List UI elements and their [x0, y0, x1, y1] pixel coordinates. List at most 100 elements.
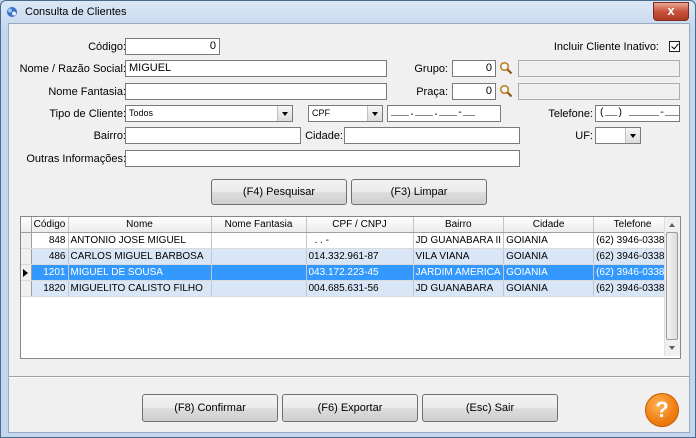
- close-button[interactable]: x: [653, 2, 689, 21]
- cell-cpf[interactable]: . . -: [306, 232, 414, 249]
- cell-nome[interactable]: ANTONIO JOSE MIGUEL: [68, 232, 212, 249]
- clientes-grid[interactable]: Código Nome Nome Fantasia CPF / CNPJ Bai…: [20, 216, 681, 359]
- vertical-scrollbar[interactable]: [664, 217, 680, 356]
- cell-nome[interactable]: MIGUEL DE SOUSA: [68, 264, 212, 281]
- cell-bairro[interactable]: JD GUANABARA II: [413, 232, 505, 249]
- pesquisar-button[interactable]: (F4) Pesquisar: [211, 179, 347, 205]
- uf-select[interactable]: [595, 127, 641, 144]
- column-header[interactable]: Código: [31, 217, 69, 233]
- fantasia-label: Nome Fantasia:: [48, 86, 126, 98]
- confirmar-button[interactable]: (F8) Confirmar: [142, 394, 278, 422]
- sair-button[interactable]: (Esc) Sair: [422, 394, 558, 422]
- cell-cidade[interactable]: GOIANIA: [503, 264, 595, 281]
- column-header[interactable]: Telefone: [593, 217, 673, 233]
- cidade-label: Cidade:: [305, 130, 343, 142]
- row-pointer-icon: [23, 269, 28, 277]
- scroll-up-icon[interactable]: [665, 217, 680, 232]
- cell-codigo[interactable]: 486: [31, 248, 69, 265]
- cell-telefone[interactable]: (62) 3946-0338: [593, 264, 673, 281]
- main-window: Consulta de Clientes x Código: 0 Incluir…: [0, 0, 696, 438]
- cell-bairro[interactable]: JARDIM AMERICA: [413, 264, 505, 281]
- uf-label: UF:: [575, 130, 593, 142]
- grupo-label: Grupo:: [414, 63, 448, 75]
- codigo-label: Código:: [88, 41, 126, 53]
- cell-codigo[interactable]: 848: [31, 232, 69, 249]
- grupo-input[interactable]: 0: [452, 60, 496, 77]
- cell-telefone[interactable]: (62) 3946-0338: [593, 232, 673, 249]
- table-row[interactable]: 848 ANTONIO JOSE MIGUEL . . - JD GUANABA…: [21, 232, 673, 249]
- column-header[interactable]: Nome: [68, 217, 212, 233]
- doc-type-select[interactable]: CPF: [308, 105, 383, 122]
- incluir-inativo-checkbox[interactable]: [669, 41, 680, 52]
- cidade-input[interactable]: [344, 127, 520, 144]
- outras-informacoes-input[interactable]: [125, 150, 520, 167]
- chevron-down-icon[interactable]: [277, 106, 292, 121]
- separator: [9, 376, 689, 378]
- fantasia-input[interactable]: [125, 83, 387, 100]
- column-header[interactable]: Cidade: [503, 217, 595, 233]
- cell-cidade[interactable]: GOIANIA: [503, 248, 595, 265]
- exportar-button[interactable]: (F6) Exportar: [282, 394, 418, 422]
- client-area: Código: 0 Incluir Cliente Inativo: Nome …: [8, 23, 690, 433]
- tipo-cliente-label: Tipo de Cliente:: [49, 108, 126, 120]
- column-header[interactable]: CPF / CNPJ: [306, 217, 414, 233]
- column-header[interactable]: Nome Fantasia: [211, 217, 307, 233]
- cell-bairro[interactable]: VILA VIANA: [413, 248, 505, 265]
- cell-fantasia[interactable]: [211, 248, 307, 265]
- nome-label: Nome / Razão Social:: [19, 63, 126, 75]
- row-indicator[interactable]: [21, 232, 32, 249]
- row-pointer-icon[interactable]: [21, 264, 32, 281]
- bairro-input[interactable]: [125, 127, 301, 144]
- telefone-input[interactable]: (__) _____-____: [595, 105, 680, 122]
- nome-input[interactable]: MIGUEL: [125, 60, 387, 77]
- limpar-button[interactable]: (F3) Limpar: [351, 179, 487, 205]
- row-indicator-header: [21, 217, 32, 233]
- scroll-down-icon[interactable]: [665, 341, 680, 356]
- scroll-thumb[interactable]: [666, 232, 678, 340]
- cell-cpf[interactable]: 004.685.631-56: [306, 280, 414, 297]
- cpf-input[interactable]: ___.___.___-__: [387, 105, 501, 122]
- magnifier-icon[interactable]: [499, 84, 513, 98]
- cell-fantasia[interactable]: [211, 264, 307, 281]
- title-bar[interactable]: Consulta de Clientes x: [1, 1, 695, 23]
- doc-type-value: CPF: [312, 108, 330, 118]
- outras-informacoes-label: Outras Informações:: [26, 153, 126, 165]
- table-row[interactable]: 1820 MIGUELITO CALISTO FILHO 004.685.631…: [21, 280, 673, 297]
- tipo-cliente-select[interactable]: Todos: [125, 105, 293, 122]
- bairro-label: Bairro:: [93, 130, 126, 142]
- chevron-down-icon[interactable]: [367, 106, 382, 121]
- column-header[interactable]: Bairro: [413, 217, 505, 233]
- table-row-selected[interactable]: 1201 MIGUEL DE SOUSA 043.172.223-45 JARD…: [21, 264, 673, 281]
- cell-fantasia[interactable]: [211, 232, 307, 249]
- app-icon: [7, 7, 17, 17]
- row-indicator[interactable]: [21, 248, 32, 265]
- cell-codigo[interactable]: 1820: [31, 280, 69, 297]
- cell-nome[interactable]: MIGUELITO CALISTO FILHO: [68, 280, 212, 297]
- grupo-description: [518, 60, 680, 77]
- cell-bairro[interactable]: JD GUANABARA: [413, 280, 505, 297]
- cell-nome[interactable]: CARLOS MIGUEL BARBOSA: [68, 248, 212, 265]
- help-icon[interactable]: ?: [645, 393, 679, 427]
- cell-fantasia[interactable]: [211, 280, 307, 297]
- cell-telefone[interactable]: (62) 3946-0338: [593, 280, 673, 297]
- cell-cpf[interactable]: 043.172.223-45: [306, 264, 414, 281]
- table-header-row: Código Nome Nome Fantasia CPF / CNPJ Bai…: [21, 217, 673, 233]
- table-row[interactable]: 486 CARLOS MIGUEL BARBOSA 014.332.961-87…: [21, 248, 673, 265]
- tipo-cliente-value: Todos: [129, 108, 154, 118]
- cell-cidade[interactable]: GOIANIA: [503, 280, 595, 297]
- cell-cidade[interactable]: GOIANIA: [503, 232, 595, 249]
- cell-codigo[interactable]: 1201: [31, 264, 69, 281]
- cell-telefone[interactable]: (62) 3946-0338: [593, 248, 673, 265]
- clientes-table: Código Nome Nome Fantasia CPF / CNPJ Bai…: [21, 217, 673, 297]
- row-indicator[interactable]: [21, 280, 32, 297]
- telefone-label: Telefone:: [548, 108, 593, 120]
- praca-label: Praça:: [416, 86, 448, 98]
- window-title: Consulta de Clientes: [25, 6, 127, 18]
- praca-input[interactable]: 0: [452, 83, 496, 100]
- codigo-input[interactable]: 0: [125, 38, 220, 55]
- cell-cpf[interactable]: 014.332.961-87: [306, 248, 414, 265]
- magnifier-icon[interactable]: [499, 61, 513, 75]
- chevron-down-icon[interactable]: [625, 128, 640, 143]
- incluir-inativo-label: Incluir Cliente Inativo:: [553, 41, 659, 53]
- praca-description: [518, 83, 680, 100]
